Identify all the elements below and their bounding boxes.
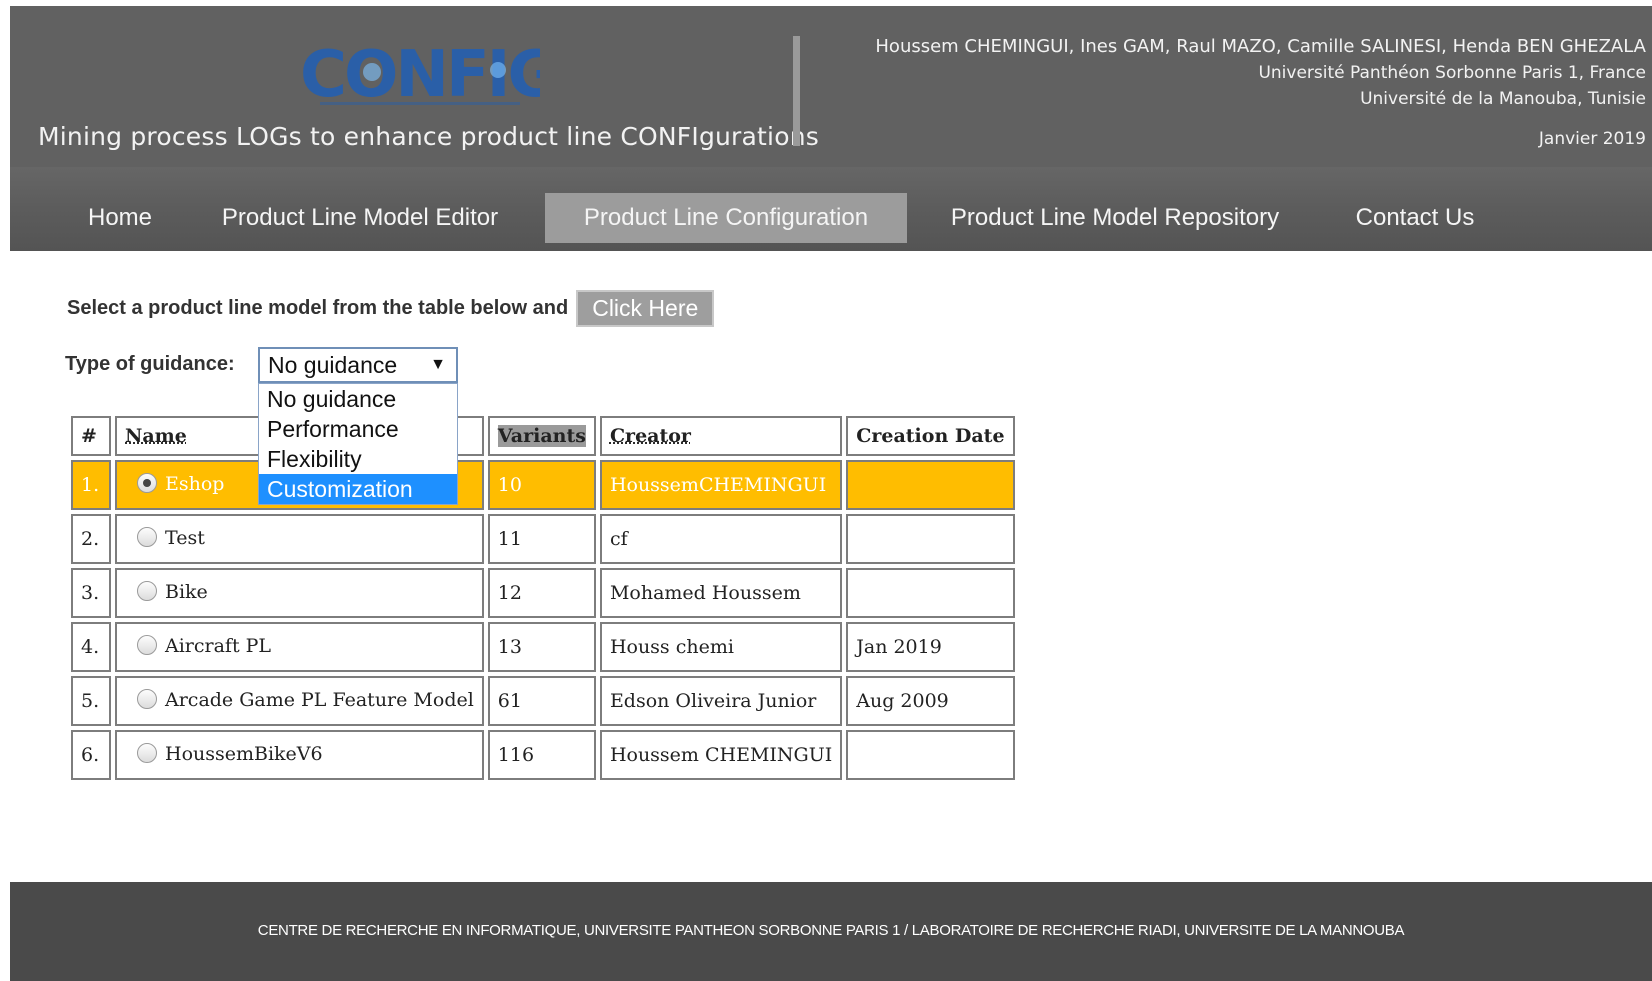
table-row[interactable]: 6. HoussemBikeV6 116 Houssem CHEMINGUI	[71, 730, 1015, 780]
tagline: Mining process LOGs to enhance product l…	[38, 122, 819, 151]
row-name-cell[interactable]: Aircraft PL	[115, 622, 484, 672]
col-variants[interactable]: Variants	[487, 416, 596, 456]
table-row[interactable]: 2. Test 11 cf	[71, 514, 1015, 564]
nav-contact[interactable]: Contact Us	[1345, 193, 1485, 243]
nav-home[interactable]: Home	[60, 193, 180, 243]
table-header-row: # Name Variants Creator Creation Date	[71, 416, 1015, 456]
row-date	[846, 730, 1015, 780]
row-creator: Houss chemi	[599, 622, 843, 672]
row-name-cell[interactable]: HoussemBikeV6	[115, 730, 484, 780]
row-creator: HoussemCHEMINGUI	[599, 460, 843, 510]
row-name: Arcade Game PL Feature Model	[165, 689, 474, 711]
row-name: HoussemBikeV6	[165, 743, 323, 765]
row-name-cell[interactable]: Bike	[115, 568, 484, 618]
row-variants: 11	[487, 514, 596, 564]
guidance-dropdown-list: No guidance Performance Flexibility Cust…	[258, 383, 458, 505]
footer-text: CENTRE DE RECHERCHE EN INFORMATIQUE, UNI…	[257, 922, 1405, 939]
option-flexibility[interactable]: Flexibility	[259, 444, 457, 474]
authors-block: Houssem CHEMINGUI, Ines GAM, Raul MAZO, …	[875, 34, 1646, 152]
radio-button[interactable]	[137, 635, 157, 655]
row-name: Eshop	[165, 473, 225, 495]
header-divider	[793, 36, 800, 146]
configlog-logo: CONFIGLOG	[300, 38, 540, 112]
row-number: 3.	[71, 568, 111, 618]
row-creator: Houssem CHEMINGUI	[599, 730, 843, 780]
header-date: Janvier 2019	[1538, 129, 1646, 149]
table-row[interactable]: 3. Bike 12 Mohamed Houssem	[71, 568, 1015, 618]
dropdown-arrow-icon: ▼	[430, 356, 446, 373]
row-number: 2.	[71, 514, 111, 564]
guidance-label: Type of guidance:	[65, 353, 235, 375]
row-creator: cf	[599, 514, 843, 564]
row-number: 4.	[71, 622, 111, 672]
select-instruction: Select a product line model from the tab…	[67, 290, 715, 327]
affiliation-manouba: Université de la Manouba, Tunisie	[1360, 89, 1646, 109]
page-footer: CENTRE DE RECHERCHE EN INFORMATIQUE, UNI…	[10, 882, 1652, 981]
row-variants: 10	[487, 460, 596, 510]
row-number: 1.	[71, 460, 111, 510]
row-date	[846, 514, 1015, 564]
row-variants: 12	[487, 568, 596, 618]
nav-model-repository[interactable]: Product Line Model Repository	[940, 193, 1290, 243]
option-no-guidance[interactable]: No guidance	[259, 384, 457, 414]
row-date	[846, 460, 1015, 510]
row-variants: 116	[487, 730, 596, 780]
table-row[interactable]: 4. Aircraft PL 13 Houss chemi Jan 2019	[71, 622, 1015, 672]
row-name-cell[interactable]: Test	[115, 514, 484, 564]
left-margin	[0, 0, 10, 981]
row-name: Test	[165, 527, 205, 549]
row-creator: Mohamed Houssem	[599, 568, 843, 618]
row-number: 6.	[71, 730, 111, 780]
row-date: Jan 2019	[846, 622, 1015, 672]
row-name: Aircraft PL	[165, 635, 272, 657]
nav-configuration[interactable]: Product Line Configuration	[545, 193, 907, 243]
option-customization[interactable]: Customization	[259, 474, 457, 504]
radio-button-checked[interactable]	[137, 473, 157, 493]
radio-button[interactable]	[137, 689, 157, 709]
row-name: Bike	[165, 581, 208, 603]
col-variants-label: Variants	[497, 425, 586, 447]
option-performance[interactable]: Performance	[259, 414, 457, 444]
main-navigation: Home Product Line Model Editor Product L…	[10, 167, 1652, 251]
page-header: CONFIGLOG Mining process LOGs to enhance…	[10, 6, 1652, 167]
row-number: 5.	[71, 676, 111, 726]
radio-button[interactable]	[137, 527, 157, 547]
table-row[interactable]: 5. Arcade Game PL Feature Model 61 Edson…	[71, 676, 1015, 726]
select-instruction-text: Select a product line model from the tab…	[67, 297, 569, 319]
row-creator: Edson Oliveira Junior	[599, 676, 843, 726]
affiliation-paris: Université Panthéon Sorbonne Paris 1, Fr…	[1258, 63, 1646, 83]
nav-model-editor[interactable]: Product Line Model Editor	[210, 193, 510, 243]
row-variants: 13	[487, 622, 596, 672]
radio-button[interactable]	[137, 743, 157, 763]
guidance-select[interactable]: No guidance ▼	[258, 347, 458, 383]
col-creator[interactable]: Creator	[599, 416, 843, 456]
row-date	[846, 568, 1015, 618]
col-number: #	[71, 416, 111, 456]
authors-names: Houssem CHEMINGUI, Ines GAM, Raul MAZO, …	[875, 36, 1646, 57]
click-here-button[interactable]: Click Here	[576, 290, 715, 327]
radio-button[interactable]	[137, 581, 157, 601]
row-name-cell[interactable]: Arcade Game PL Feature Model	[115, 676, 484, 726]
col-creation-date: Creation Date	[846, 416, 1015, 456]
row-variants: 61	[487, 676, 596, 726]
row-date: Aug 2009	[846, 676, 1015, 726]
guidance-selected-value: No guidance	[268, 352, 398, 378]
table-row[interactable]: 1. Eshop 10 HoussemCHEMINGUI	[71, 460, 1015, 510]
models-table: # Name Variants Creator Creation Date 1.…	[67, 412, 1019, 784]
